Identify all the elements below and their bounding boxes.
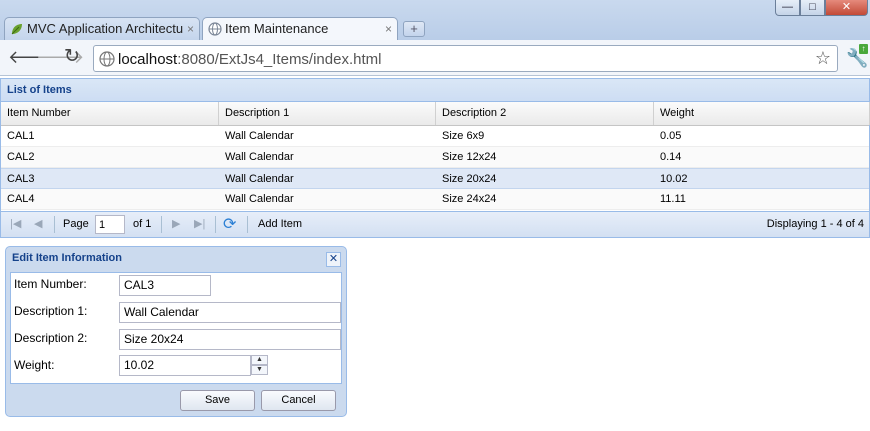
address-bar[interactable]: localhost:8080/ExtJs4_Items/index.html ☆ <box>93 45 838 72</box>
tab-item-maintenance[interactable]: Item Maintenance × <box>202 17 398 41</box>
refresh-icon[interactable]: ⟳ <box>223 214 236 234</box>
tab-label: MVC Application Architectu <box>27 21 184 36</box>
table-row[interactable]: CAL2 Wall Calendar Size 12x24 0.14 <box>1 147 869 168</box>
update-badge-icon: ↑ <box>859 44 868 54</box>
tab-close-icon[interactable]: × <box>187 18 194 40</box>
previous-page-icon[interactable]: ◀ <box>34 217 42 230</box>
cell-description-1: Wall Calendar <box>225 173 294 185</box>
cell-description-2: Size 6x9 <box>442 130 485 142</box>
minimize-button[interactable]: — <box>775 0 800 16</box>
add-item-button[interactable]: Add Item <box>258 218 302 230</box>
first-page-icon[interactable]: |◀ <box>10 217 21 230</box>
toolbar-separator <box>215 216 216 233</box>
grid-title: List of Items <box>1 79 869 102</box>
edit-item-window: Edit Item Information ✕ Item Number: CAL… <box>5 246 347 417</box>
reload-icon[interactable]: ↻ <box>64 47 80 67</box>
page-number-input[interactable] <box>95 215 125 234</box>
toolbar-separator <box>161 216 162 233</box>
cell-weight: 0.14 <box>660 151 682 163</box>
page-label: Page <box>63 218 89 230</box>
description-2-label: Description 2: <box>14 331 88 345</box>
background-tab-ghost <box>110 0 190 17</box>
toolbar-separator <box>247 216 248 233</box>
weight-label: Weight: <box>14 358 55 372</box>
edit-form: Item Number: CAL3 Description 1: Wall Ca… <box>10 272 342 384</box>
column-header-item-number[interactable]: Item Number <box>1 102 219 125</box>
cell-description-1: Wall Calendar <box>225 130 294 142</box>
items-grid-panel: List of Items Item Number Description 1 … <box>0 78 870 238</box>
url-text: localhost:8080/ExtJs4_Items/index.html <box>118 51 381 68</box>
cell-description-2: Size 12x24 <box>442 151 497 163</box>
cell-description-2: Size 24x24 <box>442 193 497 205</box>
browser-title-bar: MVC Application Architectu × Item Mainte… <box>0 0 870 41</box>
cell-weight: 0.05 <box>660 130 682 142</box>
window-title: Edit Item Information <box>12 252 122 264</box>
weight-field[interactable]: 10.02 <box>119 355 251 376</box>
table-row[interactable]: CAL1 Wall Calendar Size 6x9 0.05 <box>1 126 869 147</box>
cell-description-1: Wall Calendar <box>225 193 294 205</box>
globe-icon <box>99 51 115 67</box>
description-1-field[interactable]: Wall Calendar <box>119 302 341 323</box>
grid-column-headers: Item Number Description 1 Description 2 … <box>1 102 870 126</box>
item-number-label: Item Number: <box>14 277 87 291</box>
url-host: localhost <box>118 51 178 68</box>
toolbar-separator <box>54 216 55 233</box>
spinner-down-icon[interactable]: ▼ <box>251 365 268 375</box>
page-count-label: of 1 <box>133 218 152 230</box>
cell-item-number: CAL1 <box>7 130 35 142</box>
leaf-favicon-icon <box>11 24 22 35</box>
cell-description-2: Size 20x24 <box>442 173 497 185</box>
save-button[interactable]: Save <box>180 390 255 411</box>
item-number-field[interactable]: CAL3 <box>119 275 211 296</box>
cell-item-number: CAL2 <box>7 151 35 163</box>
cell-weight: 10.02 <box>660 173 688 185</box>
cell-item-number: CAL3 <box>7 173 35 185</box>
new-tab-button[interactable]: + <box>403 21 425 37</box>
spinner-up-icon[interactable]: ▲ <box>251 355 268 365</box>
next-page-icon[interactable]: ▶ <box>172 217 180 230</box>
last-page-icon[interactable]: ▶| <box>194 217 205 230</box>
cell-item-number: CAL4 <box>7 193 35 205</box>
display-info-text: Displaying 1 - 4 of 4 <box>766 218 864 230</box>
tab-mvc-architecture[interactable]: MVC Application Architectu × <box>4 17 200 41</box>
description-2-field[interactable]: Size 20x24 <box>119 329 341 350</box>
cell-weight: 11.11 <box>660 193 686 205</box>
maximize-button[interactable]: □ <box>800 0 825 16</box>
browser-toolbar: 🡐 🡒 ↻ localhost:8080/ExtJs4_Items/index.… <box>0 40 870 76</box>
table-row[interactable]: CAL4 Wall Calendar Size 24x24 11.11 <box>1 189 869 210</box>
description-1-label: Description 1: <box>14 304 88 318</box>
cancel-button[interactable]: Cancel <box>261 390 336 411</box>
column-header-description-1[interactable]: Description 1 <box>219 102 436 125</box>
bookmark-star-icon[interactable]: ☆ <box>815 48 831 69</box>
column-header-weight[interactable]: Weight <box>654 102 870 125</box>
column-header-description-2[interactable]: Description 2 <box>436 102 654 125</box>
url-path: :8080/ExtJs4_Items/index.html <box>177 51 382 68</box>
close-icon[interactable]: ✕ <box>326 252 341 267</box>
paging-toolbar: |◀ ◀ Page of 1 ▶ ▶| ⟳ Add Item Displayin… <box>1 211 869 237</box>
cell-description-1: Wall Calendar <box>225 151 294 163</box>
table-row-selected[interactable]: CAL3 Wall Calendar Size 20x24 10.02 <box>1 168 869 189</box>
window-close-button[interactable]: ✕ <box>825 0 868 16</box>
globe-favicon-icon <box>208 22 222 36</box>
tab-label: Item Maintenance <box>225 21 329 36</box>
tab-close-icon[interactable]: × <box>385 18 392 40</box>
